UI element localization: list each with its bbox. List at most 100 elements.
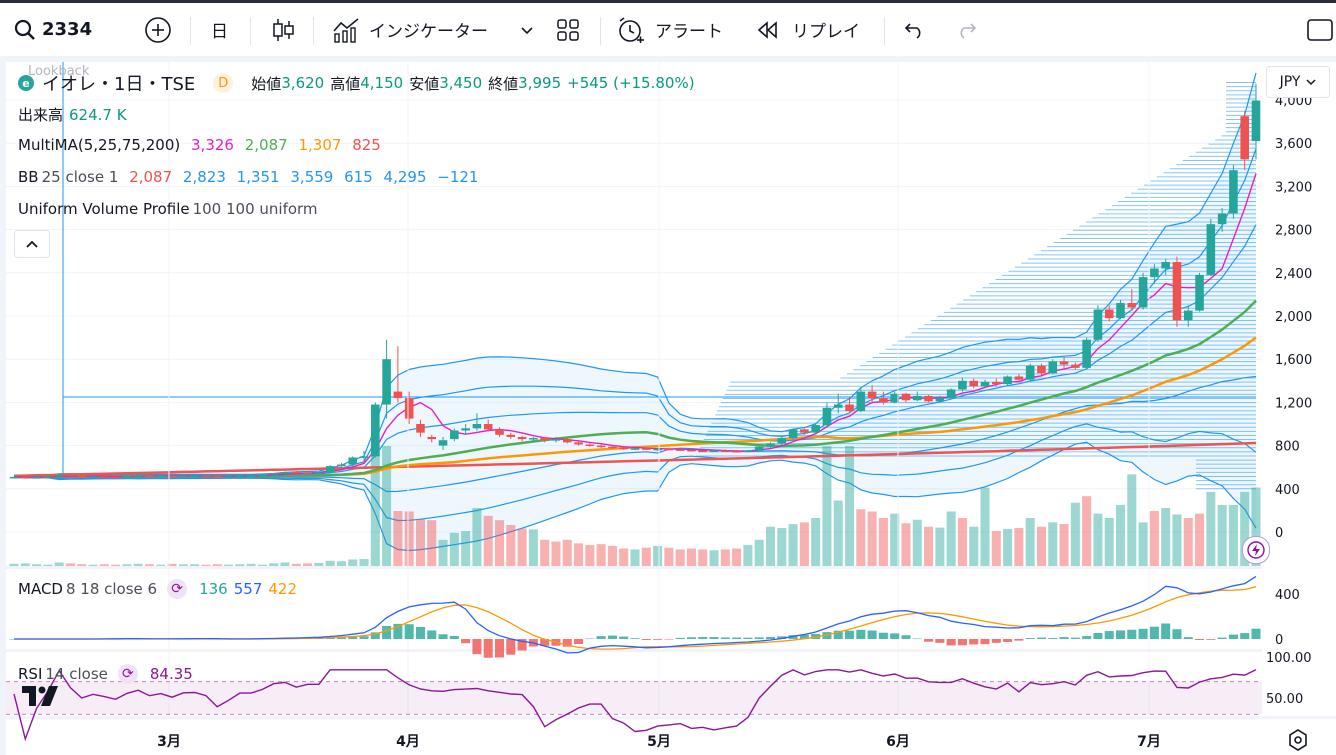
ma-legend[interactable]: MultiMA(5,25,75,200) 3,326 2,087 1,307 8…: [18, 136, 387, 154]
price-tick-label: 2,400: [1275, 267, 1312, 282]
tradingview-logo[interactable]: [22, 686, 62, 710]
macd-histogram-bar: [415, 626, 425, 639]
volume-legend[interactable]: 出来高 624.7 K: [18, 104, 133, 125]
candle-body: [1048, 361, 1058, 374]
volume-bar: [540, 539, 550, 566]
candle-body: [371, 404, 380, 457]
candle-body: [879, 398, 888, 403]
volume-bar: [427, 520, 437, 566]
volume-bar: [122, 564, 132, 566]
open-value: 3,620: [281, 74, 325, 92]
lightning-icon: [1247, 541, 1265, 559]
close-label: 終値: [488, 74, 519, 93]
candle-body: [992, 381, 1001, 385]
volume-bar: [574, 543, 584, 566]
candle-body: [122, 476, 132, 478]
candle-body: [258, 474, 267, 477]
macd-histogram-bar: [1036, 637, 1046, 639]
candle-body: [291, 472, 301, 474]
volume-bar: [201, 564, 211, 566]
volume-bar: [1003, 528, 1013, 566]
volume-bar: [1183, 518, 1193, 566]
volume-bar: [528, 529, 538, 566]
macd-histogram-bar: [709, 637, 719, 639]
open-label: 始値: [251, 74, 282, 93]
macd-histogram-bar: [585, 638, 595, 640]
quick-action-button[interactable]: [1242, 536, 1270, 564]
volume-bar: [1104, 518, 1114, 566]
candle-body: [743, 450, 753, 452]
collapse-legend-button[interactable]: [14, 230, 50, 258]
chevron-up-icon: [26, 240, 38, 248]
rsi-legend[interactable]: RSI 14 close ⟳ 84.35: [18, 664, 199, 684]
volume-bar: [190, 564, 200, 566]
macd-histogram-bar: [765, 636, 776, 639]
volume-bar: [867, 511, 877, 566]
candle-body: [145, 475, 154, 477]
macd-histogram-bar: [1048, 638, 1058, 639]
bb-value: 2,087: [129, 168, 173, 186]
bb-legend[interactable]: BB 25 close 1 2,087 2,823 1,351 3,559 615…: [18, 168, 484, 186]
macd-histogram-bar: [574, 639, 584, 645]
volume-bar: [506, 524, 516, 566]
price-tick-label: 800: [1275, 440, 1300, 455]
volume-bar: [43, 564, 53, 566]
sync-icon[interactable]: ⟳: [117, 664, 138, 684]
candle-body: [224, 476, 233, 478]
volume-bar: [1195, 513, 1205, 566]
volume-bar: [1059, 524, 1069, 566]
candle-body: [88, 476, 98, 478]
volume-bar: [969, 526, 979, 566]
candle-body: [246, 475, 256, 477]
high-value: 4,150: [360, 74, 404, 92]
macd-legend[interactable]: MACD 8 18 close 6 ⟳ 136 557 422: [18, 579, 303, 599]
macd-histogram-bar: [732, 637, 742, 639]
vp-label: Uniform Volume Profile: [18, 200, 190, 218]
candle-body: [969, 380, 979, 387]
volume-bar: [449, 532, 459, 566]
volume-bar: [845, 446, 855, 566]
macd-params: 8 18 close 6: [65, 580, 158, 598]
candle-body: [946, 389, 956, 399]
volume-bar: [20, 563, 30, 566]
volume-bar: [1014, 528, 1024, 566]
candle-body: [461, 428, 470, 431]
candle-body: [1093, 309, 1103, 340]
volume-bar: [1082, 496, 1092, 566]
volume-bar: [551, 541, 561, 566]
settings-button[interactable]: [1287, 729, 1309, 755]
candle-body: [1025, 365, 1035, 380]
volume-bar: [698, 549, 708, 566]
sync-icon[interactable]: ⟳: [167, 579, 188, 599]
vp-legend[interactable]: Uniform Volume Profile 100 100 uniform: [18, 200, 324, 218]
candle-body: [348, 457, 358, 465]
macd-histogram-bar: [935, 639, 945, 643]
candle-body: [698, 450, 708, 452]
candle-body: [43, 476, 53, 479]
candle-body: [1161, 262, 1170, 269]
candle-body: [1104, 309, 1114, 319]
macd-histogram-bar: [1082, 636, 1092, 639]
macd-histogram-bar: [359, 636, 369, 639]
candle-body: [811, 425, 820, 433]
volume-bar: [99, 564, 109, 566]
macd-tick-label: 0: [1275, 633, 1283, 648]
bb-value: −121: [437, 168, 479, 186]
macd-histogram-bar: [1161, 623, 1171, 639]
volume-bar: [370, 446, 380, 566]
macd-histogram-bar: [1014, 639, 1024, 641]
candle-body: [303, 472, 312, 475]
macd-label: MACD: [18, 580, 63, 598]
candle-body: [980, 381, 990, 387]
candle-body: [664, 448, 674, 451]
candle-body: [1251, 100, 1261, 142]
macd-histogram-bar: [912, 638, 922, 640]
candle-body: [709, 450, 719, 452]
volume-bar: [280, 562, 290, 566]
volume-bar: [517, 528, 527, 566]
currency-button[interactable]: JPY: [1266, 66, 1330, 98]
candle-body: [1206, 224, 1216, 275]
macd-histogram-bar: [980, 639, 990, 645]
price-tick-label: 2,800: [1275, 224, 1312, 239]
volume-bar: [88, 564, 98, 566]
